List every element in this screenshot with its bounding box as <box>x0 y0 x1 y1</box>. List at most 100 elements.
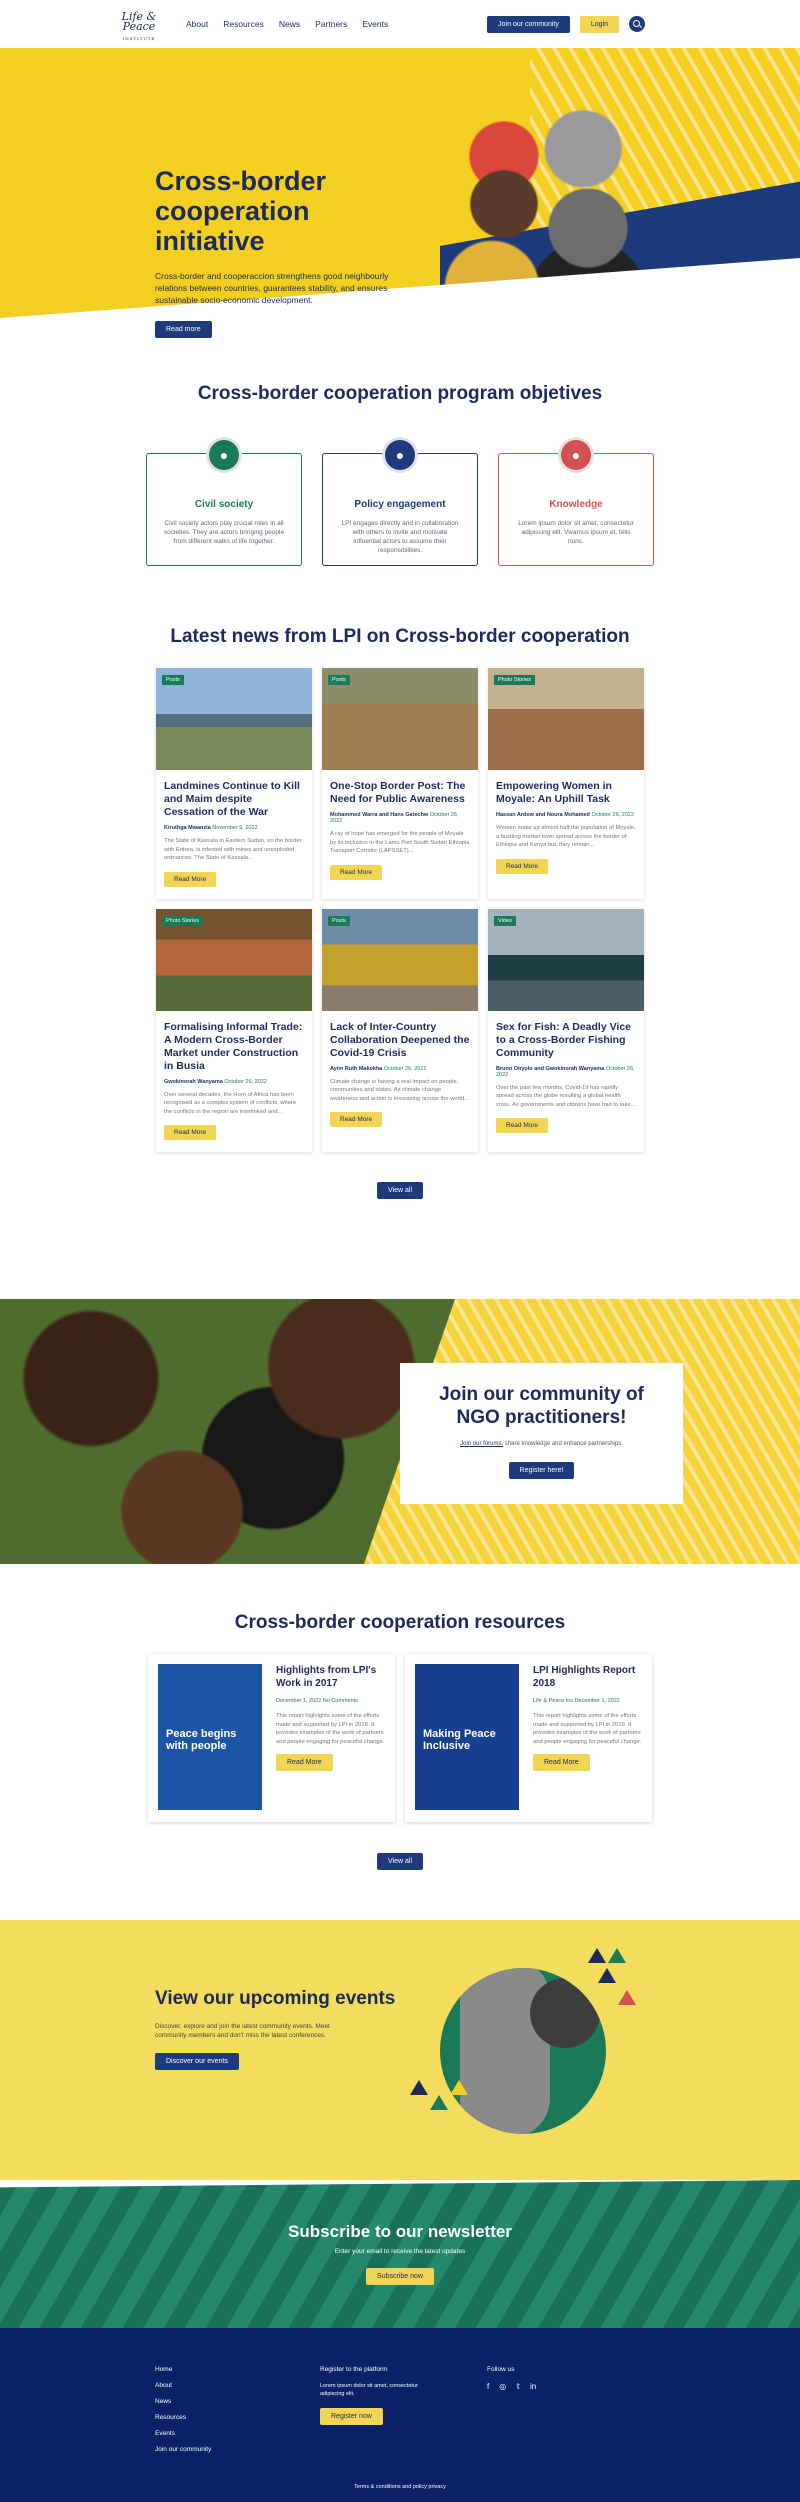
resource-card[interactable]: Making Peace Inclusive LPI Highlights Rep… <box>405 1654 652 1822</box>
discover-events-button[interactable]: Discover our events <box>155 2053 239 2070</box>
facebook-icon[interactable]: f <box>487 2382 489 2391</box>
nav-item-partners[interactable]: Partners <box>315 19 347 29</box>
join-forums-link[interactable]: Join our forums, <box>460 1441 503 1447</box>
register-now-button[interactable]: Register now <box>320 2408 383 2425</box>
read-more-button[interactable]: Read More <box>496 1118 549 1133</box>
nav-item-news[interactable]: News <box>279 19 300 29</box>
news-excerpt: Climate change is having a real impact o… <box>330 1078 469 1102</box>
news-card[interactable]: Photo Stories Empowering Women in Moyale:… <box>488 668 644 899</box>
footer-link[interactable]: Events <box>155 2430 211 2437</box>
resource-info: Highlights from LPI's Work in 2017 Decemb… <box>262 1664 385 1812</box>
terms-link[interactable]: Terms & conditions and policy privacy <box>0 2484 800 2490</box>
nav-item-resources[interactable]: Resources <box>223 19 264 29</box>
triangle-decoration <box>450 2080 468 2095</box>
hero-banner: Cross-border cooperation initiative Cros… <box>0 48 800 338</box>
triangle-decoration <box>608 1948 626 1963</box>
news-tag: Photo Stories <box>162 915 204 926</box>
register-here-button[interactable]: Register here! <box>508 1462 575 1479</box>
read-more-button[interactable]: Read More <box>164 1125 217 1140</box>
nav-item-events[interactable]: Events <box>362 19 388 29</box>
objective-text: Civil society actors play crucial roles … <box>163 520 285 545</box>
news-card[interactable]: Posts One-Stop Border Post: The Need for … <box>322 668 478 899</box>
news-date: October 26, 2022 <box>383 1065 427 1072</box>
resource-read-more-button[interactable]: Read More <box>533 1754 590 1771</box>
resource-title[interactable]: LPI Highlights Report 2018 <box>533 1664 642 1690</box>
news-body: Formalising Informal Trade: A Modern Cro… <box>156 1011 312 1153</box>
news-date: October 26, 2022 <box>224 1078 267 1085</box>
eye-icon: ● <box>382 437 418 473</box>
news-card[interactable]: Posts Landmines Continue to Kill and Maim… <box>156 668 312 899</box>
resource-title[interactable]: Highlights from LPI's Work in 2017 <box>276 1664 385 1690</box>
news-tag: Posts <box>328 675 350 685</box>
join-community-section: Join our community of NGO practitioners!… <box>0 1299 800 1564</box>
logo-text: Life & Peace <box>121 10 157 33</box>
resource-read-more-button[interactable]: Read More <box>276 1754 333 1771</box>
events-section: View our upcoming events Discover, explo… <box>0 1920 800 2180</box>
news-excerpt: A ray of hope has emerged for the people… <box>330 831 470 854</box>
register-text: Lorem ipsum dolor sit amet, consectetur … <box>320 2383 418 2397</box>
objectives-section: Cross-border cooperation program objetiv… <box>0 338 800 566</box>
search-icon[interactable] <box>629 16 645 32</box>
news-title[interactable]: Empowering Women in Moyale: An Uphill Ta… <box>496 780 636 806</box>
objectives-title: Cross-border cooperation program objetiv… <box>197 383 603 404</box>
news-excerpt: The State of Kassala in Eastern Sudan, o… <box>164 838 302 861</box>
news-title[interactable]: Landmines Continue to Kill and Maim desp… <box>164 780 304 819</box>
login-button[interactable]: Login <box>579 15 619 33</box>
newsletter-title: Subscribe to our newsletter <box>288 2222 512 2241</box>
resource-meta: December 1, 2022 No Comments <box>276 1698 358 1704</box>
news-grid: Posts Landmines Continue to Kill and Maim… <box>0 668 800 1152</box>
newsletter-text: Enter your email to receive the latest u… <box>334 2248 466 2255</box>
subscribe-button[interactable]: Subscribe now <box>366 2268 434 2285</box>
resources-title: Cross-border cooperation resources <box>234 1612 566 1633</box>
news-card[interactable]: Posts Lack of Inter-Country Collaboration… <box>322 908 478 1152</box>
resources-view-all-button[interactable]: View all <box>377 1853 423 1870</box>
news-tag: Photo Stories <box>494 675 536 685</box>
read-more-button[interactable]: Read More <box>330 1112 383 1127</box>
news-title[interactable]: Lack of Inter-Country Collaboration Deep… <box>330 1021 470 1060</box>
footer-link[interactable]: About <box>155 2382 211 2389</box>
news-meta: Ayim Ruth Makokha October 26, 2022 <box>330 1066 470 1072</box>
triangle-decoration <box>410 2080 428 2095</box>
news-image: Posts <box>156 668 312 770</box>
footer-link[interactable]: Resources <box>155 2414 211 2421</box>
read-more-button[interactable]: Read More <box>330 864 383 880</box>
read-more-button[interactable]: Read More <box>496 858 549 874</box>
nav-item-about[interactable]: About <box>186 19 208 29</box>
top-navigation: Life & Peace INSTITUTE About Resources News… <box>0 0 800 48</box>
footer-link[interactable]: News <box>155 2398 211 2405</box>
news-card[interactable]: Photo Stories Formalising Informal Trade:… <box>156 908 312 1153</box>
lpi-logo[interactable]: Life & Peace INSTITUTE <box>120 7 158 41</box>
newsletter-section: Subscribe to our newsletter Enter your e… <box>0 2180 800 2328</box>
footer-link[interactable]: Home <box>155 2366 211 2373</box>
resource-meta: Life & Peace Ins December 1, 2022 <box>533 1698 620 1704</box>
resources-grid: Peace begins with people Highlights from … <box>0 1654 800 1822</box>
join-card: Join our community of NGO practitioners!… <box>400 1363 683 1504</box>
news-excerpt: Over the past few months, Covid-19 has r… <box>496 1084 636 1108</box>
linkedin-icon[interactable]: in <box>530 2382 536 2391</box>
resources-section: Cross-border cooperation resources Peace… <box>0 1564 800 1870</box>
instagram-icon[interactable]: ◎ <box>499 2382 506 2391</box>
hero-description: Cross-border and cooperaccion strengthen… <box>155 271 389 305</box>
news-author: Gwokinorah Wanyama <box>164 1078 223 1085</box>
join-community-button[interactable]: Join our community <box>487 15 570 33</box>
join-photo-painted-faces <box>0 1299 455 1564</box>
news-meta: Kiruthga Mwanzia November 9, 2022 <box>164 825 304 831</box>
twitter-icon[interactable]: 𝕥 <box>516 2382 520 2391</box>
news-title[interactable]: Sex for Fish: A Deadly Vice to a Cross-B… <box>496 1021 636 1060</box>
news-title[interactable]: Formalising Informal Trade: A Modern Cro… <box>164 1021 304 1073</box>
news-tag: Posts <box>162 675 184 685</box>
news-date: November 9, 2022 <box>212 825 258 831</box>
social-links: f ◎ 𝕥 in <box>487 2382 536 2391</box>
hero-title: Cross-border cooperation initiative <box>155 166 327 256</box>
triangle-decoration <box>430 2095 448 2110</box>
follow-title: Follow us <box>487 2366 515 2373</box>
news-card[interactable]: Video Sex for Fish: A Deadly Vice to a Cr… <box>488 908 644 1152</box>
hero-read-more-button[interactable]: Read more <box>155 321 212 338</box>
heart-hand-icon: ● <box>206 437 242 473</box>
resource-card[interactable]: Peace begins with people Highlights from … <box>148 1654 395 1822</box>
news-view-all-button[interactable]: View all <box>377 1182 423 1199</box>
register-title: Register to the platform <box>320 2366 388 2373</box>
resource-text: This report highlights some of the effor… <box>276 1713 385 1745</box>
news-title[interactable]: One-Stop Border Post: The Need for Publi… <box>330 780 470 806</box>
read-more-button[interactable]: Read More <box>164 871 217 887</box>
